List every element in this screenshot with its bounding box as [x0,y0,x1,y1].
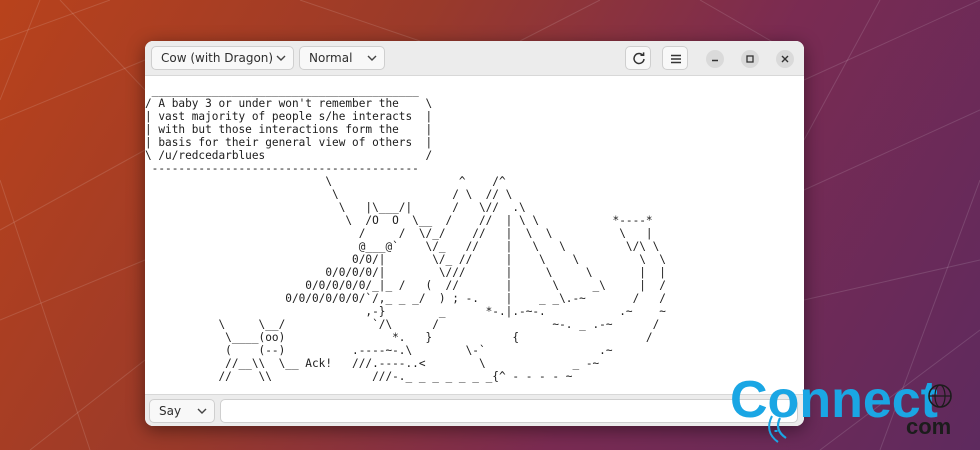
connect-watermark-logo: Connect com [730,371,952,443]
output-area: ________________________________________… [145,76,804,394]
cowsay-window: Cow (with Dragon) Normal _______________… [145,41,804,426]
minimize-button[interactable] [706,50,724,68]
cowsay-output: ________________________________________… [145,84,666,383]
refresh-icon [633,52,645,65]
footer-bar: Say [145,394,804,426]
maximize-icon [746,55,754,63]
chevron-down-icon [276,55,286,61]
cow-select-dropdown[interactable]: Cow (with Dragon) [151,46,294,70]
menu-button[interactable] [662,46,688,70]
message-input[interactable] [220,399,798,423]
watermark-sub-text: com [906,414,951,439]
style-select-dropdown[interactable]: Normal [299,46,385,70]
chevron-down-icon [367,55,377,61]
minimize-icon [712,59,718,62]
cow-select-label: Cow (with Dragon) [161,51,274,65]
maximize-button[interactable] [741,50,759,68]
close-button[interactable] [776,50,794,68]
mode-select-dropdown[interactable]: Say [149,399,215,423]
mode-select-label: Say [159,404,182,418]
style-select-label: Normal [309,51,353,65]
chevron-down-icon [197,408,207,414]
refresh-button[interactable] [625,46,651,70]
header-bar: Cow (with Dragon) Normal [145,41,804,76]
close-icon [781,55,789,63]
hamburger-menu-icon [671,54,681,64]
